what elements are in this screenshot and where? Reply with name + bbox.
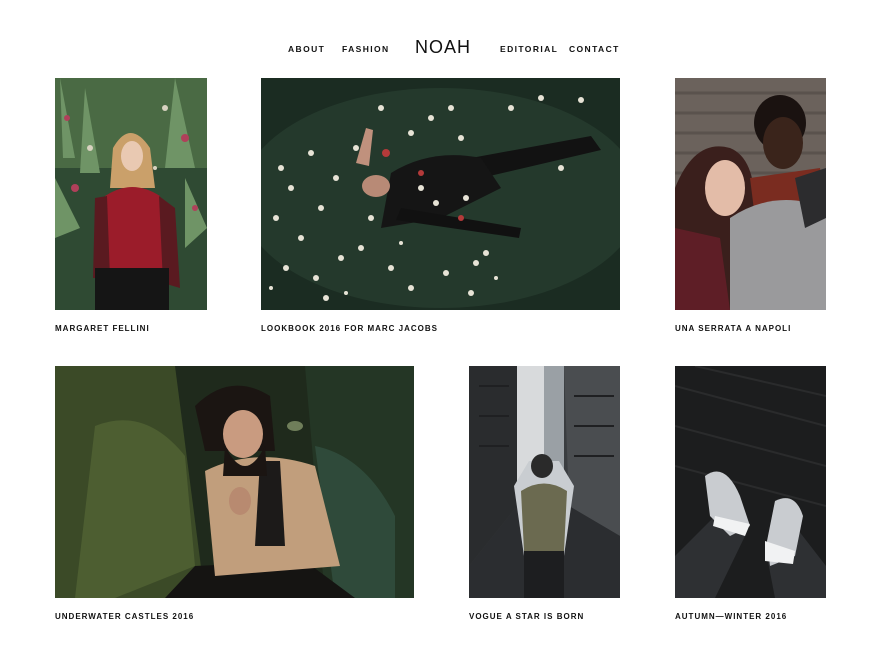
- gallery-caption[interactable]: VOGUE A STAR IS BORN: [469, 612, 584, 621]
- bearded-man-in-forest-photo[interactable]: [55, 366, 414, 598]
- woman-floating-in-flowers-photo[interactable]: [261, 78, 620, 310]
- gallery-caption[interactable]: UNA SERRATA A NAPOLI: [675, 324, 791, 333]
- nav-about[interactable]: ABOUT: [288, 44, 325, 54]
- nav-editorial[interactable]: EDITORIAL: [500, 44, 558, 54]
- gallery-caption[interactable]: MARGARET FELLINI: [55, 324, 150, 333]
- gallery-caption[interactable]: AUTUMN—WINTER 2016: [675, 612, 787, 621]
- gallery-caption[interactable]: LOOKBOOK 2016 FOR MARC JACOBS: [261, 324, 438, 333]
- woman-in-garden-photo[interactable]: [55, 78, 207, 310]
- nav-fashion[interactable]: FASHION: [342, 44, 390, 54]
- two-women-portrait-photo[interactable]: [675, 78, 826, 310]
- site-logo[interactable]: NOAH: [415, 37, 471, 58]
- gallery-caption[interactable]: UNDERWATER CASTLES 2016: [55, 612, 194, 621]
- nav-contact[interactable]: CONTACT: [569, 44, 620, 54]
- backpacker-in-city-alley-photo[interactable]: [469, 366, 620, 598]
- sneakers-feet-photo[interactable]: [675, 366, 826, 598]
- top-navigation: ABOUT FASHION NOAH EDITORIAL CONTACT: [0, 0, 880, 80]
